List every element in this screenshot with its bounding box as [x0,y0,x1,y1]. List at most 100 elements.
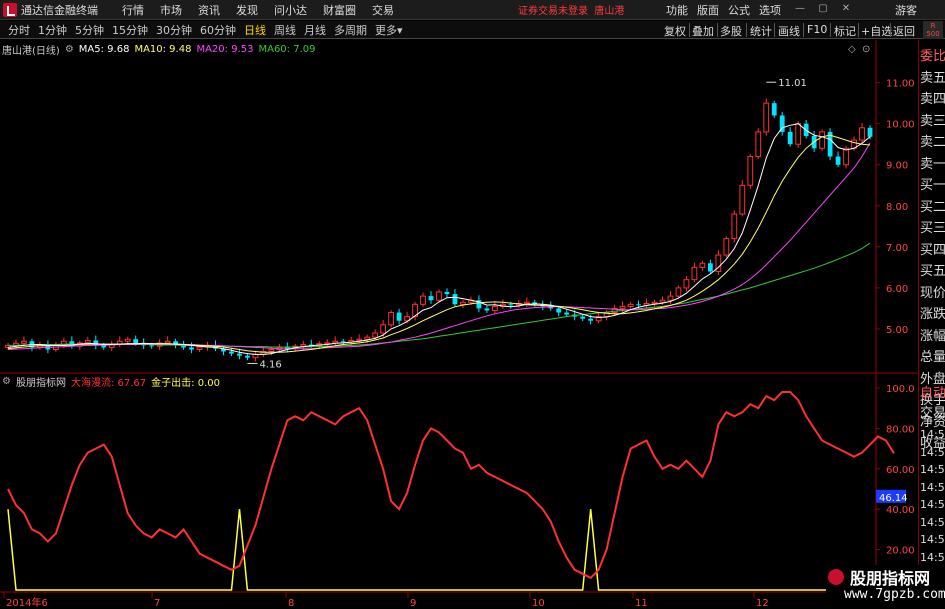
user-label[interactable]: 游客 [895,2,917,18]
overlay-button[interactable]: 叠加 [692,23,714,39]
period-5min[interactable]: 5分钟 [75,22,104,38]
period-more[interactable]: 更多▾ [375,22,403,38]
period-60min[interactable]: 60分钟 [200,22,236,38]
side-time-3: 14:56 [920,480,945,494]
price-tick-label: 9.00 [886,161,908,172]
side-item-0: 委比 [920,49,945,64]
candle-body [867,127,873,137]
candle-body [444,292,450,295]
side-item-7: 买二 [920,199,945,215]
period-15min[interactable]: 15分钟 [112,22,148,38]
price-tick-label: 5.00 [886,325,908,336]
menu-quotes[interactable]: 行情 [122,2,144,18]
indicator-settings-icon[interactable]: ⚙ [2,376,11,387]
candle-body [356,338,363,341]
candle-body [164,340,171,344]
side-time-1: 14:56 [920,445,945,459]
login-notice[interactable]: 证券交易未登录 唐山港 [518,2,624,17]
side-time-6: 14:56 [920,533,945,546]
back-button[interactable]: 返回 [893,23,915,39]
period-multi[interactable]: 多周期 [334,22,367,38]
side-time-2: 14:56 [920,463,945,476]
indicator-tick-label: 80.00 [886,424,915,435]
menu-discover[interactable]: 发现 [236,2,258,18]
candle-body [508,304,514,306]
candle-body [388,312,395,326]
side-bottom-item-1[interactable]: 交易 [920,403,945,424]
candle-body [491,305,498,311]
multi-stock-button[interactable]: 多股 [720,23,742,39]
period-monthly[interactable]: 月线 [304,22,326,38]
side-bottom-item-0[interactable]: 自动 [920,383,945,404]
f10-button[interactable]: F10 [807,23,827,36]
candle-body [332,340,339,344]
mark-button[interactable]: 标记 [834,23,856,39]
menu-market[interactable]: 市场 [160,2,182,18]
price-tick-label: 10.00 [886,120,915,131]
ma5-label: MA5: 9.68 [78,43,130,55]
side-item-9: 买四 [920,242,945,258]
price-tick-label: 8.00 [886,202,908,213]
indicator-tick-label: 40.00 [886,505,915,516]
menu-ask[interactable]: 问小达 [274,2,307,18]
date-tick-label: 9 [410,598,416,609]
stats-button[interactable]: 统计 [750,23,772,39]
candle-body [659,299,666,303]
adjust-button[interactable]: 复权 [664,23,686,39]
menu-wealth[interactable]: 财富圈 [323,2,356,18]
chart-title: 唐山港(日线) [2,45,60,57]
candle-body [380,324,387,334]
ma20-line [7,142,871,350]
watermark-logo-icon [828,569,844,585]
period-intraday[interactable]: 分时 [8,22,30,38]
period-30min[interactable]: 30分钟 [156,22,192,38]
candle-body [101,345,107,348]
maximize-icon[interactable]: ▢ [817,3,829,15]
candle-body [739,184,746,215]
close-icon[interactable]: ✕ [840,3,852,15]
candle-body [683,279,690,289]
kline-chart[interactable]: 11.00 10.00 9.00 8.00 7.00 6.00 5.00 100.0 80.00… [0,40,918,609]
minimize-icon[interactable]: — [794,3,806,15]
candle-body [723,238,730,256]
side-item-8: 买三 [920,221,945,236]
settings-icon[interactable]: ⚙ [65,44,74,55]
date-tick-label: 7 [154,598,160,609]
indicator-title: 股朋指标网 [15,377,66,389]
menu-trade[interactable]: 交易 [372,2,394,18]
period-1min[interactable]: 1分钟 [38,22,67,38]
high-label: 11.01 [778,78,807,89]
app-logo-icon [3,2,17,17]
period-weekly[interactable]: 周线 [274,22,296,38]
draw-line-button[interactable]: 画线 [778,23,800,39]
side-item-13: 涨幅 [920,328,945,344]
indicator-tick-label: 100.0 [886,384,915,395]
side-item-10: 买五 [920,264,945,279]
menu-options[interactable]: 选项 [759,2,781,18]
price-tick-label: 7.00 [886,243,908,254]
candle-body [763,102,770,133]
menu-function[interactable]: 功能 [666,2,688,18]
add-watchlist-button[interactable]: +自选 [861,23,892,39]
period-daily[interactable]: 日线 [244,22,266,38]
candle-body [636,304,641,306]
menu-formula[interactable]: 公式 [728,2,750,18]
candle-body [787,131,793,145]
side-time-0: 14:56 [920,428,945,441]
candle-body [149,345,155,347]
menu-layout[interactable]: 版面 [697,2,719,18]
candle-body [189,347,194,350]
candle-body [843,147,849,166]
date-tick-label: 8 [288,598,294,609]
side-item-12: 涨跌 [920,307,945,322]
candle-body [420,295,426,305]
level2-badge[interactable]: R 500 [923,21,943,39]
side-item-14: 总量 [920,350,945,365]
candle-body [364,336,371,340]
menu-news[interactable]: 资讯 [198,2,220,18]
ma10-label: MA10: 9.48 [134,43,192,55]
watermark-title: 股朋指标网 [850,569,931,588]
side-item-2: 卖四 [920,92,945,107]
chart-area[interactable]: 11.00 10.00 9.00 8.00 7.00 6.00 5.00 100.0 80.00… [0,40,945,609]
low-label: 4.16 [259,359,281,370]
